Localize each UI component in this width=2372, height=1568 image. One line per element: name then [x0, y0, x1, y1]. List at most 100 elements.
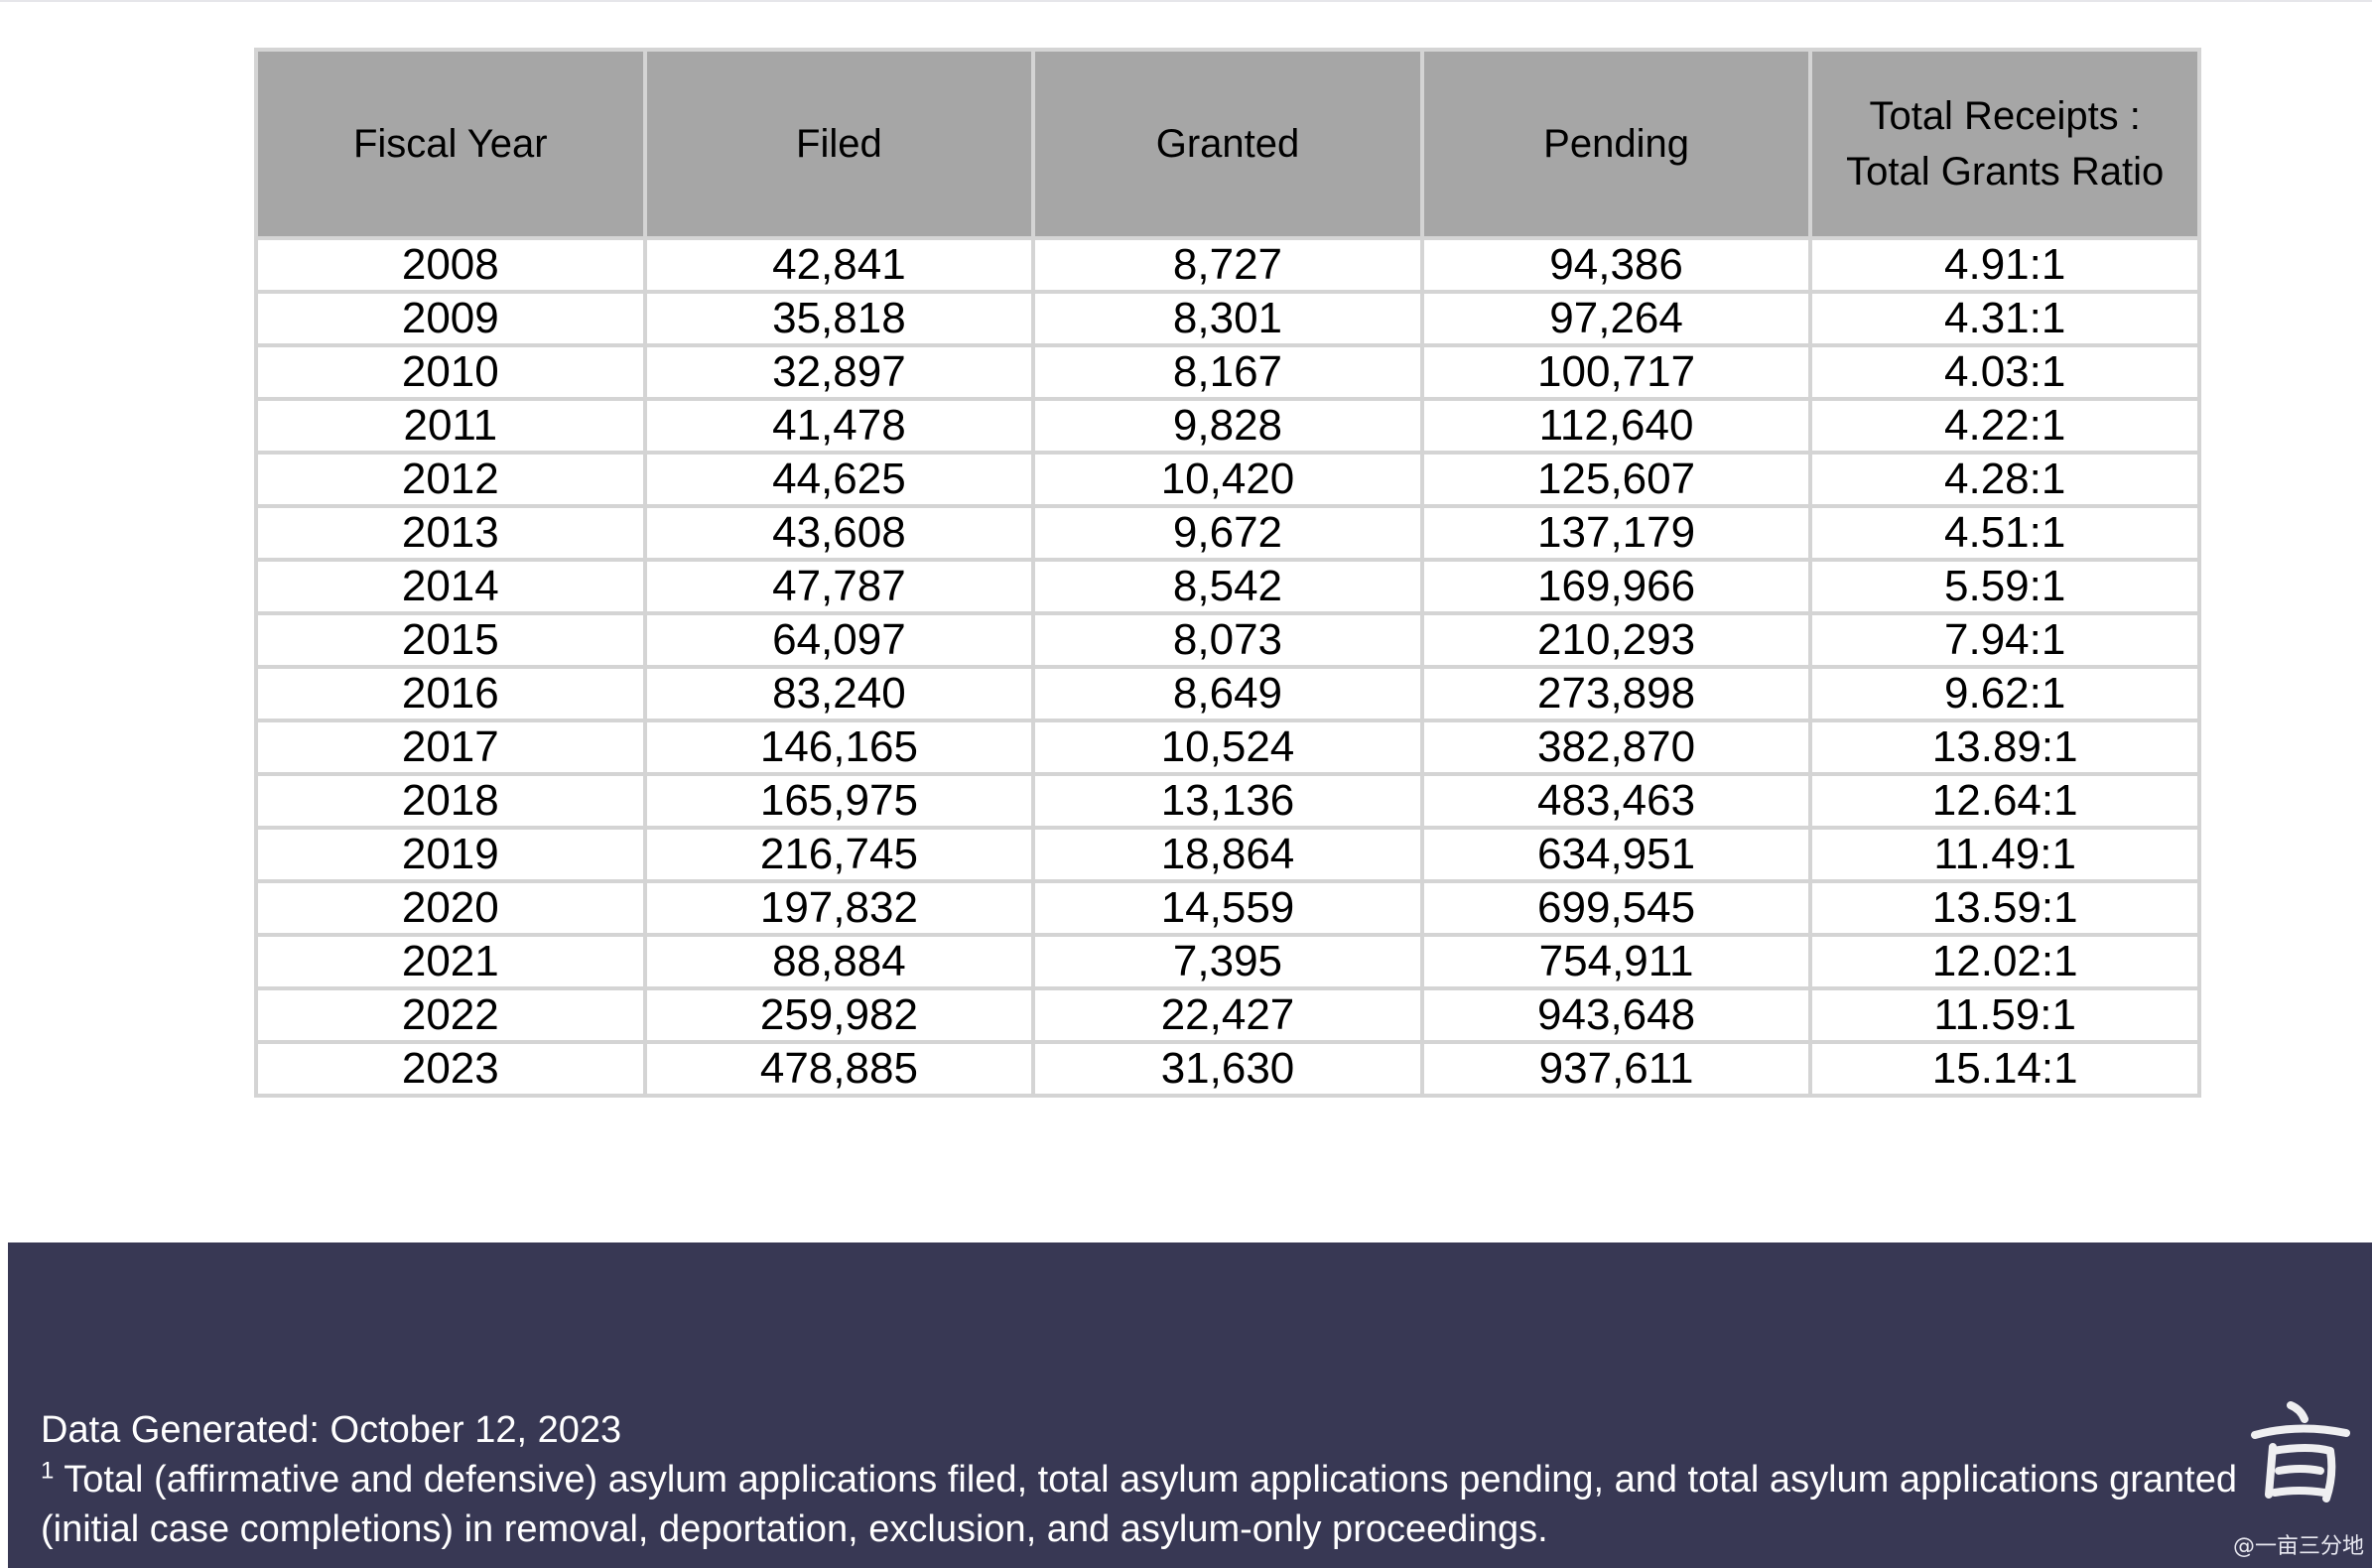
asylum-statistics-table: Fiscal Year Filed Granted Pending Total Rece…: [254, 48, 2201, 1098]
table-cell-pending: 112,640: [1419, 397, 1813, 455]
table-cell-receipts-grants-ratio: 13.59:1: [1808, 879, 2201, 937]
table-cell-filed: 216,745: [642, 826, 1036, 883]
footnote-line-1: Total (affirmative and defensive) asylum…: [54, 1459, 2237, 1501]
table-cell-fiscal-year: 2013: [254, 504, 647, 562]
table-cell-receipts-grants-ratio: 4.28:1: [1808, 451, 2201, 508]
table-cell-pending: 273,898: [1419, 665, 1813, 722]
table-row: 2022 259,982 22,427 943,648 11.59:1: [254, 986, 2201, 1044]
column-header-receipts-grants-ratio: Total Receipts : Total Grants Ratio: [1808, 48, 2201, 240]
watermark-text: @一亩三分地: [2232, 1534, 2364, 1559]
table-cell-granted: 13,136: [1031, 772, 1424, 830]
table-cell-receipts-grants-ratio: 7.94:1: [1808, 611, 2201, 669]
table-cell-filed: 64,097: [642, 611, 1036, 669]
table-cell-granted: 10,420: [1031, 451, 1424, 508]
table-cell-pending: 754,911: [1419, 933, 1813, 990]
page: Fiscal Year Filed Granted Pending Total Rece…: [0, 0, 2372, 1568]
logo-stamp-icon: [2251, 1401, 2350, 1503]
table-row: 2019 216,745 18,864 634,951 11.49:1: [254, 826, 2201, 883]
table-cell-pending: 169,966: [1419, 558, 1813, 615]
table-row: 2015 64,097 8,073 210,293 7.94:1: [254, 611, 2201, 669]
table-cell-pending: 137,179: [1419, 504, 1813, 562]
asylum-statistics-table-container: Fiscal Year Filed Granted Pending Total Rece…: [254, 48, 2201, 1098]
table-cell-receipts-grants-ratio: 4.51:1: [1808, 504, 2201, 562]
footnote: 1 Total (affirmative and defensive) asyl…: [41, 1455, 2304, 1504]
column-header-granted: Granted: [1031, 48, 1424, 240]
table-cell-pending: 943,648: [1419, 986, 1813, 1044]
table-cell-granted: 7,395: [1031, 933, 1424, 990]
table-cell-pending: 97,264: [1419, 290, 1813, 347]
table-cell-granted: 8,167: [1031, 343, 1424, 401]
table-cell-filed: 43,608: [642, 504, 1036, 562]
table-row: 2011 41,478 9,828 112,640 4.22:1: [254, 397, 2201, 455]
table-cell-granted: 8,542: [1031, 558, 1424, 615]
table-row: 2012 44,625 10,420 125,607 4.28:1: [254, 451, 2201, 508]
table-cell-filed: 165,975: [642, 772, 1036, 830]
table-cell-filed: 47,787: [642, 558, 1036, 615]
table-row: 2014 47,787 8,542 169,966 5.59:1: [254, 558, 2201, 615]
table-cell-pending: 100,717: [1419, 343, 1813, 401]
table-cell-fiscal-year: 2014: [254, 558, 647, 615]
table-cell-pending: 937,611: [1419, 1040, 1813, 1098]
table-row: 2021 88,884 7,395 754,911 12.02:1: [254, 933, 2201, 990]
table-cell-filed: 44,625: [642, 451, 1036, 508]
top-divider: [0, 0, 2372, 2]
table-cell-granted: 18,864: [1031, 826, 1424, 883]
table-row: 2017 146,165 10,524 382,870 13.89:1: [254, 719, 2201, 776]
table-cell-fiscal-year: 2018: [254, 772, 647, 830]
footer-banner: Data Generated: October 12, 2023 1 Total…: [8, 1242, 2372, 1568]
header-row: Fiscal Year Filed Granted Pending Total Rece…: [254, 48, 2201, 240]
table-cell-fiscal-year: 2012: [254, 451, 647, 508]
table-row: 2013 43,608 9,672 137,179 4.51:1: [254, 504, 2201, 562]
table-cell-receipts-grants-ratio: 12.02:1: [1808, 933, 2201, 990]
table-cell-granted: 9,672: [1031, 504, 1424, 562]
column-header-fiscal-year: Fiscal Year: [254, 48, 647, 240]
table-cell-filed: 197,832: [642, 879, 1036, 937]
table-cell-granted: 8,649: [1031, 665, 1424, 722]
table-cell-granted: 8,301: [1031, 290, 1424, 347]
footnote-line-2: (initial case completions) in removal, d…: [41, 1508, 1548, 1550]
table-cell-granted: 8,073: [1031, 611, 1424, 669]
table-cell-filed: 259,982: [642, 986, 1036, 1044]
table-body: 2008 42,841 8,727 94,386 4.91:1 2009 35,818 8,3…: [254, 236, 2201, 1098]
table-cell-receipts-grants-ratio: 13.89:1: [1808, 719, 2201, 776]
table-cell-filed: 88,884: [642, 933, 1036, 990]
table-cell-granted: 9,828: [1031, 397, 1424, 455]
table-cell-fiscal-year: 2008: [254, 236, 647, 294]
table-cell-fiscal-year: 2010: [254, 343, 647, 401]
table-cell-filed: 146,165: [642, 719, 1036, 776]
table-cell-receipts-grants-ratio: 4.22:1: [1808, 397, 2201, 455]
table-cell-pending: 382,870: [1419, 719, 1813, 776]
table-cell-filed: 83,240: [642, 665, 1036, 722]
table-cell-fiscal-year: 2022: [254, 986, 647, 1044]
table-row: 2016 83,240 8,649 273,898 9.62:1: [254, 665, 2201, 722]
table-cell-pending: 94,386: [1419, 236, 1813, 294]
table-row: 2020 197,832 14,559 699,545 13.59:1: [254, 879, 2201, 937]
table-cell-filed: 35,818: [642, 290, 1036, 347]
table-cell-fiscal-year: 2021: [254, 933, 647, 990]
footer-notes: Data Generated: October 12, 2023 1 Total…: [41, 1405, 2304, 1554]
table-row: 2009 35,818 8,301 97,264 4.31:1: [254, 290, 2201, 347]
table-cell-receipts-grants-ratio: 12.64:1: [1808, 772, 2201, 830]
table-cell-granted: 22,427: [1031, 986, 1424, 1044]
table-cell-receipts-grants-ratio: 11.49:1: [1808, 826, 2201, 883]
table-cell-receipts-grants-ratio: 15.14:1: [1808, 1040, 2201, 1098]
table-cell-filed: 41,478: [642, 397, 1036, 455]
column-header-filed: Filed: [642, 48, 1036, 240]
table-cell-receipts-grants-ratio: 4.91:1: [1808, 236, 2201, 294]
table-row: 2018 165,975 13,136 483,463 12.64:1: [254, 772, 2201, 830]
table-cell-granted: 14,559: [1031, 879, 1424, 937]
table-row: 2008 42,841 8,727 94,386 4.91:1: [254, 236, 2201, 294]
table-cell-fiscal-year: 2016: [254, 665, 647, 722]
table-cell-filed: 32,897: [642, 343, 1036, 401]
table-row: 2023 478,885 31,630 937,611 15.14:1: [254, 1040, 2201, 1098]
table-cell-fiscal-year: 2020: [254, 879, 647, 937]
table-row: 2010 32,897 8,167 100,717 4.03:1: [254, 343, 2201, 401]
table-cell-granted: 10,524: [1031, 719, 1424, 776]
table-cell-pending: 483,463: [1419, 772, 1813, 830]
table-cell-fiscal-year: 2009: [254, 290, 647, 347]
table-cell-receipts-grants-ratio: 4.03:1: [1808, 343, 2201, 401]
column-header-pending: Pending: [1419, 48, 1813, 240]
table-cell-pending: 699,545: [1419, 879, 1813, 937]
table-cell-fiscal-year: 2015: [254, 611, 647, 669]
table-cell-filed: 478,885: [642, 1040, 1036, 1098]
